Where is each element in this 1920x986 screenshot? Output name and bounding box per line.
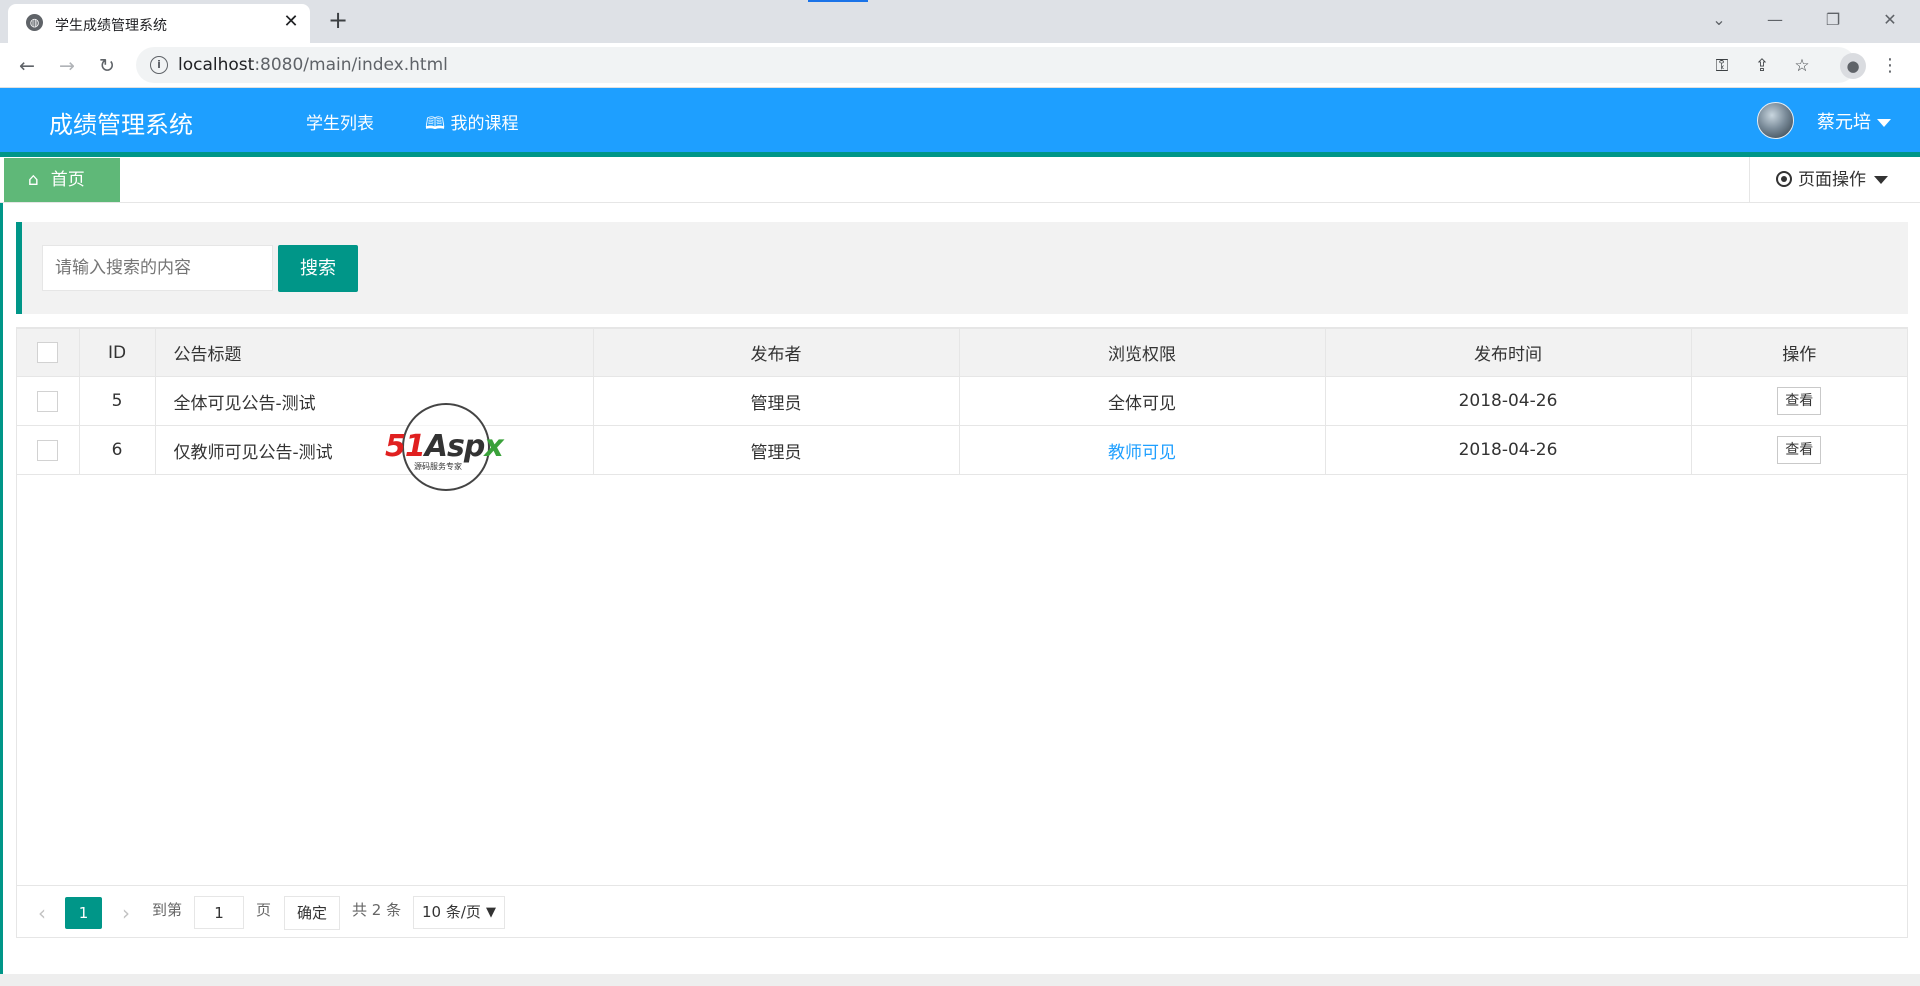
- nav-student-list[interactable]: 学生列表: [306, 109, 374, 134]
- browser-tabstrip: ◍ 学生成绩管理系统 ✕ + ⌄ — ❐ ✕: [0, 0, 1920, 43]
- pagination: ‹ 1 › 到第 页 确定 共 2 条 10 条/页 ▼: [16, 885, 1908, 938]
- search-button[interactable]: 搜索: [278, 245, 358, 292]
- star-icon[interactable]: ☆: [1791, 55, 1813, 77]
- watermark-brand: 51Aspx: [385, 429, 504, 464]
- column-header-title[interactable]: 公告标题: [154, 328, 594, 377]
- cell-title: 全体可见公告-测试: [154, 376, 594, 426]
- menu-icon[interactable]: ⋮: [1880, 53, 1900, 79]
- cell-id: 5: [78, 376, 156, 426]
- view-button[interactable]: 查看: [1777, 436, 1822, 464]
- address-bar[interactable]: i localhost:8080/main/index.html ⚿ ⇪ ☆: [136, 47, 1856, 83]
- cell-publisher: 管理员: [592, 376, 960, 426]
- chevron-left-icon[interactable]: ‹: [32, 898, 52, 928]
- tab-home-label: 首页: [50, 170, 85, 190]
- column-header-actions: 操作: [1690, 328, 1907, 377]
- app-title[interactable]: 成绩管理系统: [49, 105, 193, 140]
- reload-icon[interactable]: ↻: [92, 51, 122, 81]
- notice-table: ID 公告标题 发布者 浏览权限 发布时间 操作 5 全体可见公告-测试 管理员…: [17, 328, 1907, 475]
- view-button[interactable]: 查看: [1777, 387, 1822, 415]
- search-input[interactable]: [42, 245, 273, 291]
- plus-icon[interactable]: +: [325, 8, 351, 34]
- minimize-icon[interactable]: —: [1758, 6, 1792, 34]
- cell-permission: 教师可见: [958, 425, 1326, 475]
- notice-table-container: ID 公告标题 发布者 浏览权限 发布时间 操作 5 全体可见公告-测试 管理员…: [16, 327, 1908, 938]
- select-all-cell: [17, 328, 80, 377]
- key-icon[interactable]: ⚿: [1711, 55, 1733, 77]
- row-select-cell: [17, 425, 80, 475]
- nav-my-courses-label: 我的课程: [450, 114, 519, 134]
- page-current[interactable]: 1: [65, 897, 102, 929]
- chevron-right-icon[interactable]: ›: [116, 898, 136, 928]
- close-window-icon[interactable]: ✕: [1873, 6, 1907, 34]
- target-icon: [1776, 171, 1792, 187]
- cell-date: 2018-04-26: [1324, 425, 1692, 475]
- address-url[interactable]: localhost:8080/main/index.html: [178, 55, 448, 75]
- back-icon[interactable]: ←: [12, 51, 42, 81]
- chevron-down-icon: ▼: [486, 905, 496, 920]
- avatar[interactable]: [1757, 102, 1794, 139]
- goto-prefix: 到第: [152, 901, 183, 919]
- goto-confirm-button[interactable]: 确定: [284, 896, 340, 930]
- select-all-checkbox[interactable]: [37, 342, 59, 363]
- cell-permission: 全体可见: [958, 376, 1326, 426]
- cell-actions: 查看: [1690, 376, 1907, 426]
- footer-bar: [0, 974, 1920, 986]
- left-accent-strip: [0, 152, 3, 986]
- user-name: 蔡元培: [1817, 112, 1871, 133]
- column-header-permission[interactable]: 浏览权限: [958, 328, 1326, 377]
- cell-date: 2018-04-26: [1324, 376, 1692, 426]
- tabstrip-accent: [808, 0, 868, 2]
- home-icon: ⌂: [28, 170, 39, 190]
- cell-id: 6: [78, 425, 156, 475]
- table-header-row: ID 公告标题 发布者 浏览权限 发布时间 操作: [17, 328, 1907, 377]
- tab-search-icon[interactable]: ⌄: [1702, 6, 1736, 34]
- cell-publisher: 管理员: [592, 425, 960, 475]
- page-ops-label: 页面操作: [1798, 170, 1866, 190]
- restore-icon[interactable]: ❐: [1816, 6, 1850, 34]
- row-select-cell: [17, 376, 80, 426]
- caret-down-icon: [1874, 176, 1888, 184]
- column-header-id[interactable]: ID: [78, 328, 156, 377]
- row-checkbox[interactable]: [37, 390, 59, 412]
- close-icon[interactable]: ✕: [280, 11, 302, 33]
- info-icon[interactable]: i: [150, 56, 168, 74]
- user-menu[interactable]: 蔡元培: [1817, 108, 1891, 134]
- cell-title: 仅教师可见公告-测试: [154, 425, 594, 475]
- table-row: 6 仅教师可见公告-测试 管理员 教师可见 2018-04-26 查看: [17, 425, 1907, 475]
- page-size-value: 10 条/页: [422, 903, 481, 921]
- browser-tab[interactable]: ◍ 学生成绩管理系统 ✕: [8, 4, 310, 43]
- book-icon: 🕮: [425, 114, 451, 134]
- share-icon[interactable]: ⇪: [1751, 55, 1773, 77]
- watermark-tagline: 源码服务专家: [414, 462, 462, 471]
- column-header-publisher[interactable]: 发布者: [592, 328, 960, 377]
- goto-page-input[interactable]: [194, 896, 244, 929]
- table-row: 5 全体可见公告-测试 管理员 全体可见 2018-04-26 查看: [17, 376, 1907, 426]
- browser-tab-title: 学生成绩管理系统: [55, 18, 167, 34]
- globe-icon: ◍: [26, 14, 43, 31]
- column-header-date[interactable]: 发布时间: [1324, 328, 1692, 377]
- page-size-select[interactable]: 10 条/页 ▼: [413, 896, 505, 929]
- page-tabs-bar: ⌂ 首页 页面操作: [0, 157, 1920, 203]
- total-count: 共 2 条: [352, 901, 402, 919]
- profile-icon[interactable]: ●: [1840, 53, 1866, 79]
- forward-icon[interactable]: →: [52, 51, 82, 81]
- caret-down-icon: [1877, 119, 1891, 127]
- page-ops-dropdown[interactable]: 页面操作: [1749, 157, 1920, 203]
- goto-suffix: 页: [256, 901, 272, 919]
- nav-my-courses[interactable]: 🕮 我的课程: [425, 109, 518, 140]
- browser-toolbar: ← → ↻ i localhost:8080/main/index.html ⚿…: [0, 43, 1920, 88]
- tab-home[interactable]: ⌂ 首页: [4, 158, 120, 202]
- cell-actions: 查看: [1690, 425, 1907, 475]
- app-header: 成绩管理系统 学生列表 🕮 我的课程 蔡元培: [0, 88, 1920, 157]
- row-checkbox[interactable]: [37, 439, 59, 461]
